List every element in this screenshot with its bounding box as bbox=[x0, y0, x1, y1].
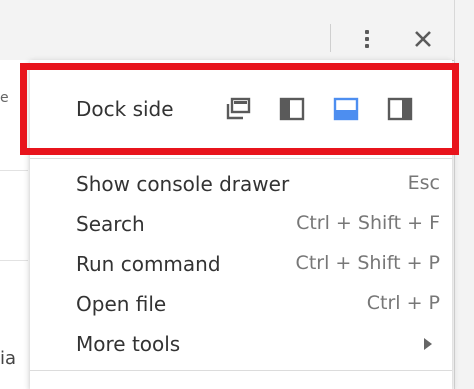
menu-item-shortcut: Ctrl + Shift + P bbox=[295, 252, 440, 274]
menu-item-run-command[interactable]: Run command Ctrl + Shift + P bbox=[30, 244, 452, 284]
background-panel-left: e ia bbox=[0, 60, 30, 389]
menu-item-search[interactable]: Search Ctrl + Shift + F bbox=[30, 204, 452, 244]
menu-separator bbox=[30, 158, 452, 159]
menu-item-open-file[interactable]: Open file Ctrl + P bbox=[30, 284, 452, 324]
dock-to-right-icon[interactable] bbox=[384, 95, 416, 123]
menu-item-shortcut: Esc bbox=[407, 172, 440, 194]
toolbar-divider bbox=[330, 24, 331, 52]
devtools-options-menu: Dock side Show console drawer Esc Search… bbox=[30, 60, 452, 389]
dock-to-left-icon[interactable] bbox=[276, 95, 308, 123]
menu-item-label: More tools bbox=[76, 332, 181, 356]
menu-item-shortcut: Ctrl + Shift + F bbox=[296, 212, 440, 234]
menu-item-label: Search bbox=[76, 212, 145, 236]
background-panel-right bbox=[454, 0, 474, 389]
menu-item-more-tools[interactable]: More tools bbox=[30, 324, 452, 364]
background-divider bbox=[0, 170, 28, 171]
background-divider bbox=[0, 260, 28, 261]
background-edge-mark: e bbox=[0, 90, 9, 106]
dock-to-bottom-icon[interactable] bbox=[330, 95, 362, 123]
background-edge-text: ia bbox=[0, 348, 17, 369]
devtools-toolbar bbox=[0, 0, 474, 61]
dock-side-options bbox=[222, 95, 416, 123]
menu-item-shortcut: Ctrl + P bbox=[366, 292, 440, 314]
undock-into-separate-window-icon[interactable] bbox=[222, 95, 254, 123]
menu-item-label: Run command bbox=[76, 252, 221, 276]
menu-item-label: Open file bbox=[76, 292, 167, 316]
menu-separator bbox=[30, 370, 452, 371]
submenu-arrow-icon bbox=[424, 338, 432, 350]
menu-item-show-console-drawer[interactable]: Show console drawer Esc bbox=[30, 164, 452, 204]
close-icon[interactable] bbox=[408, 24, 438, 54]
menu-item-label: Show console drawer bbox=[76, 172, 290, 196]
more-options-icon[interactable] bbox=[356, 24, 378, 54]
dock-side-row: Dock side bbox=[30, 86, 452, 132]
dock-side-label: Dock side bbox=[76, 97, 174, 121]
